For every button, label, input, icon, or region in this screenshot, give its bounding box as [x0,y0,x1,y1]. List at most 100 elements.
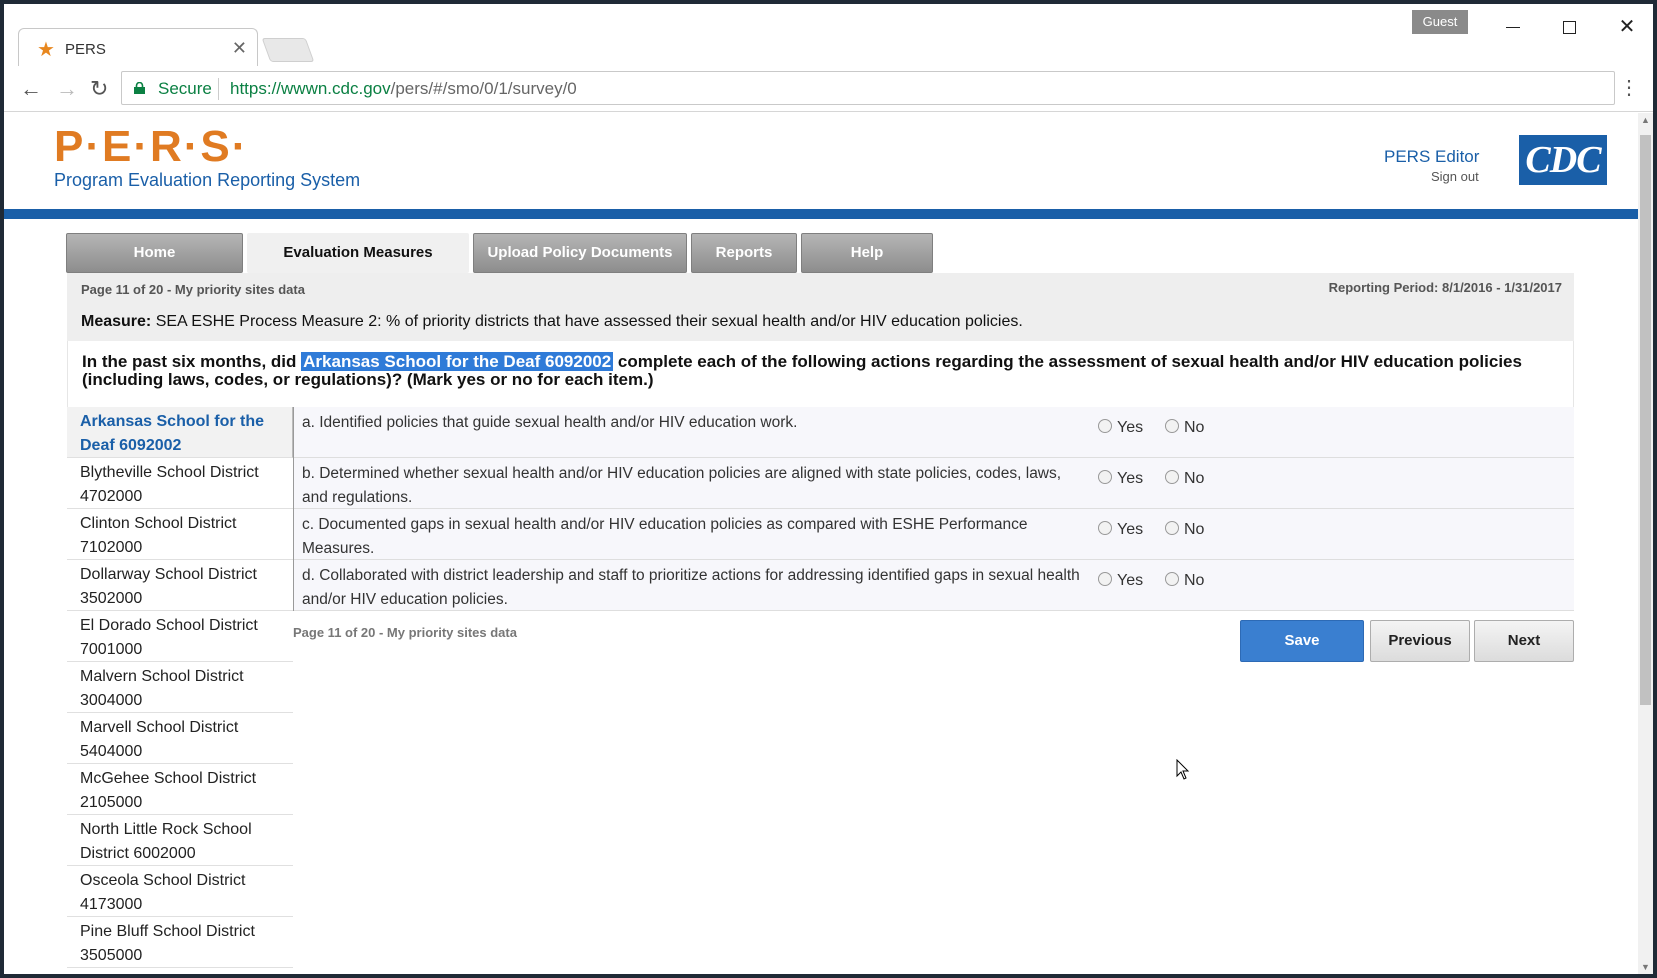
yes-radio[interactable]: Yes [1098,419,1143,437]
radio-circle-icon[interactable] [1165,521,1179,535]
maximize-button[interactable] [1554,14,1584,40]
tab-help[interactable]: Help [801,233,933,273]
site-item-dollarway[interactable]: Dollarway School District 3502000 [67,560,293,611]
measure-row: Measure: SEA ESHE Process Measure 2: % o… [67,303,1574,341]
site-item-marvell[interactable]: Marvell School District 5404000 [67,713,293,764]
question-suffix: complete each of the following actions r… [82,352,1522,389]
radio-circle-icon[interactable] [1098,572,1112,586]
no-label: No [1184,419,1205,436]
url-path: /pers/#/smo/0/1/survey/0 [390,79,577,98]
question-block: In the past six months, did Arkansas Sch… [67,341,1574,407]
radio-circle-icon[interactable] [1165,572,1179,586]
no-radio[interactable]: No [1165,521,1204,539]
user-name: PERS Editor [1384,147,1480,166]
survey-item-d: d. Collaborated with district leadership… [294,560,1574,611]
minimize-icon [1506,27,1520,29]
close-window-button[interactable]: ✕ [1612,14,1642,40]
tab-title: PERS [65,41,106,58]
site-item-clinton[interactable]: Clinton School District 7102000 [67,509,293,560]
page-info-bar: Page 11 of 20 - My priority sites data R… [67,273,1574,303]
sign-out-link[interactable]: Sign out [1431,169,1479,184]
site-item-arkansas-school-for-the-deaf[interactable]: Arkansas School for the Deaf 6092002 [67,407,293,458]
item-text: b. Determined whether sexual health and/… [302,465,1062,506]
next-button[interactable]: Next [1474,620,1574,662]
no-radio[interactable]: No [1165,419,1204,437]
question-prefix: In the past six months, did [82,352,297,371]
address-bar[interactable]: Secure https://wwwn.cdc.gov/pers/#/smo/0… [121,71,1615,105]
reload-icon[interactable]: ↻ [90,76,108,102]
tab-upload-policy-documents[interactable]: Upload Policy Documents [473,233,687,273]
radio-circle-icon[interactable] [1165,470,1179,484]
scroll-thumb[interactable] [1640,135,1651,705]
item-text: c. Documented gaps in sexual health and/… [302,516,1028,557]
forward-arrow-icon[interactable]: → [56,76,78,102]
url-divider [218,78,219,100]
survey-item-c: c. Documented gaps in sexual health and/… [294,509,1574,560]
yes-radio[interactable]: Yes [1098,521,1143,539]
site-item-osceola[interactable]: Osceola School District 4173000 [67,866,293,917]
new-tab-button[interactable] [261,38,315,62]
scroll-up-icon[interactable]: ▲ [1638,115,1653,125]
no-radio[interactable]: No [1165,470,1204,488]
logo-mark: P·E·R·S· [54,122,249,171]
vertical-scrollbar[interactable]: ▲ ▼ [1638,113,1653,974]
item-text: a. Identified policies that guide sexual… [302,414,798,431]
guest-badge[interactable]: Guest [1412,10,1468,34]
survey-item-b: b. Determined whether sexual health and/… [294,458,1574,509]
item-text: d. Collaborated with district leadership… [302,567,1080,608]
menu-kebab-icon[interactable]: ⋮ [1619,78,1639,98]
measure-label: Measure: [81,313,152,330]
close-icon: ✕ [1618,16,1636,38]
header-band [4,209,1638,219]
lock-icon [134,82,145,94]
title-bar: ★ PERS ✕ Guest ✕ [4,4,1653,68]
site-item-el-dorado[interactable]: El Dorado School District 7001000 [67,611,293,662]
radio-circle-icon[interactable] [1165,419,1179,433]
reporting-period: Reporting Period: 8/1/2016 - 1/31/2017 [1328,280,1562,295]
tab-evaluation-measures-reporting[interactable]: Evaluation Measures Reporting [247,233,469,299]
cdc-logo[interactable]: CDC [1519,135,1607,185]
page-info: Page 11 of 20 - My priority sites data [81,282,305,297]
site-item-blytheville[interactable]: Blytheville School District 4702000 [67,458,293,509]
yes-label: Yes [1117,419,1144,436]
survey-items: a. Identified policies that guide sexual… [293,407,1574,611]
scroll-down-icon[interactable]: ▼ [1638,962,1653,972]
yes-radio[interactable]: Yes [1098,470,1143,488]
site-list: Arkansas School for the Deaf 6092002 Bly… [67,407,293,968]
yes-label: Yes [1117,470,1144,487]
tab-home[interactable]: Home [66,233,243,273]
question-site-highlight: Arkansas School for the Deaf 6092002 [301,352,614,371]
no-label: No [1184,521,1205,538]
web-page: P·E·R·S· Program Evaluation Reporting Sy… [4,113,1638,974]
browser-toolbar: ← → ↻ Secure https://wwwn.cdc.gov/pers/#… [4,66,1653,112]
yes-label: Yes [1117,521,1144,538]
yes-radio[interactable]: Yes [1098,572,1143,590]
logo-subtitle: Program Evaluation Reporting System [54,170,361,190]
mouse-cursor-icon [1176,759,1190,780]
minimize-button[interactable] [1498,14,1528,40]
back-arrow-icon[interactable]: ← [20,76,42,102]
site-item-north-little-rock[interactable]: North Little Rock School District 600200… [67,815,293,866]
previous-button[interactable]: Previous [1370,620,1470,662]
tab-reports[interactable]: Reports [691,233,797,273]
url-text[interactable]: https://wwwn.cdc.gov/pers/#/smo/0/1/surv… [230,79,577,99]
save-button[interactable]: Save [1240,620,1364,662]
no-radio[interactable]: No [1165,572,1204,590]
no-label: No [1184,470,1205,487]
radio-circle-icon[interactable] [1098,419,1112,433]
survey-item-a: a. Identified policies that guide sexual… [294,407,1574,458]
radio-circle-icon[interactable] [1098,521,1112,535]
site-item-malvern[interactable]: Malvern School District 3004000 [67,662,293,713]
site-item-pine-bluff[interactable]: Pine Bluff School District 3505000 [67,917,293,968]
browser-tab[interactable]: ★ PERS ✕ [18,28,258,68]
radio-circle-icon[interactable] [1098,470,1112,484]
page-info-bottom: Page 11 of 20 - My priority sites data [293,625,517,640]
tab-close-icon[interactable]: ✕ [232,38,247,59]
yes-label: Yes [1117,572,1144,589]
site-item-mcgehee[interactable]: McGehee School District 2105000 [67,764,293,815]
measure-description: SEA ESHE Process Measure 2: % of priorit… [155,313,1023,330]
no-label: No [1184,572,1205,589]
star-favicon-icon: ★ [37,39,55,61]
pers-logo[interactable]: P·E·R·S· Program Evaluation Reporting Sy… [54,125,360,191]
maximize-icon [1562,21,1576,35]
